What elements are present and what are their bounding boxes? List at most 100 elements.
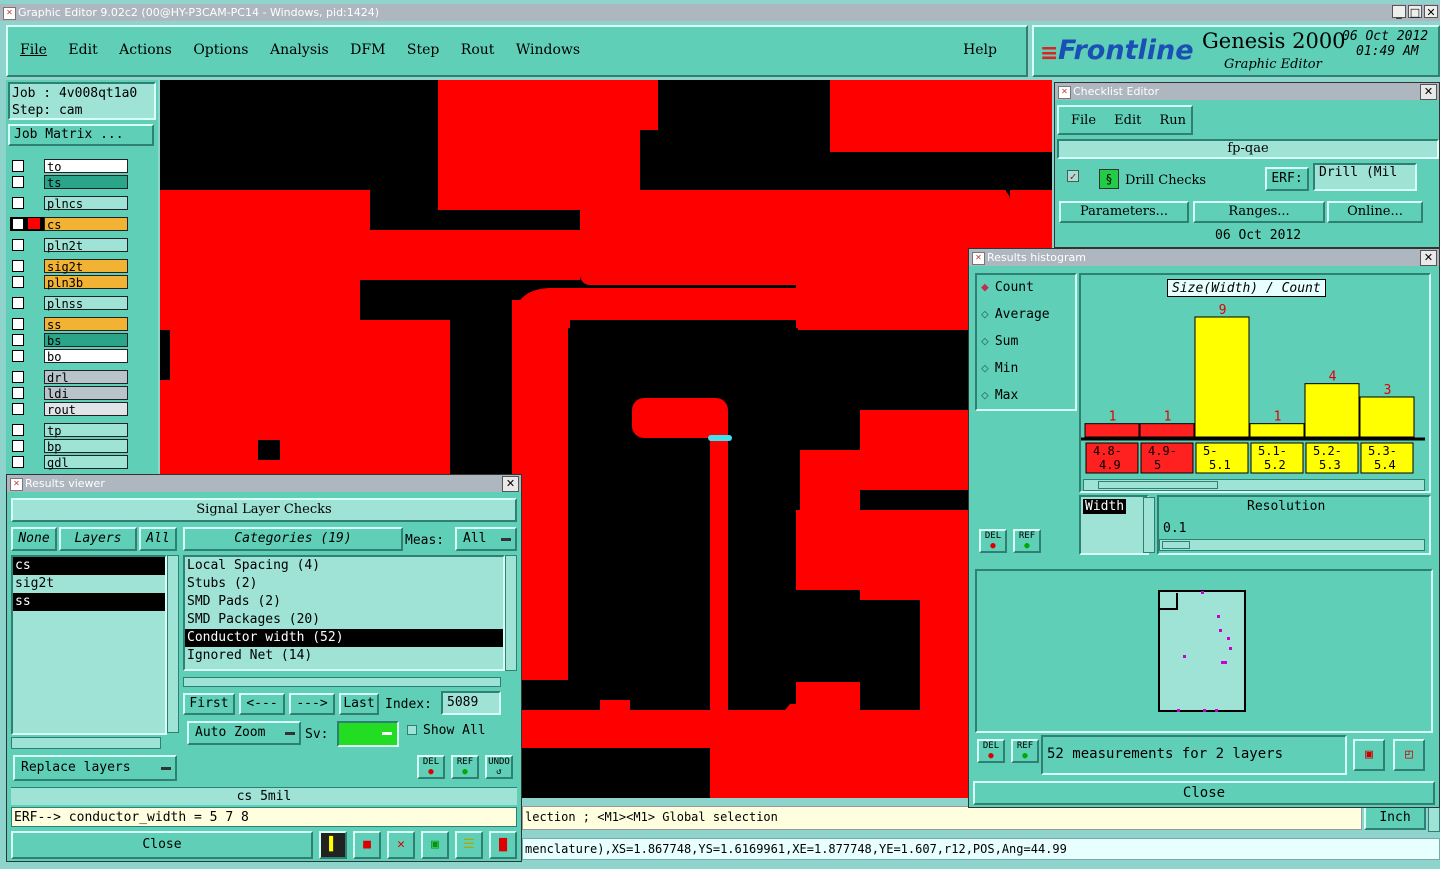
layer-name[interactable]: cs: [44, 217, 128, 232]
online-button[interactable]: Online...: [1327, 201, 1423, 223]
layer-row-pln3b[interactable]: pln3b: [10, 275, 128, 290]
layer-checkbox[interactable]: [12, 260, 24, 272]
check-enabled-icon[interactable]: ✓: [1067, 170, 1079, 183]
radio-icon[interactable]: ◇: [981, 388, 989, 403]
close-window-button[interactable]: ✕: [1424, 5, 1438, 19]
histogram-bar[interactable]: [1304, 383, 1360, 438]
layers-button[interactable]: Layers: [59, 527, 137, 551]
category-list-scrollbar[interactable]: [505, 555, 517, 671]
meas-dropdown[interactable]: All: [455, 527, 517, 551]
menu-actions[interactable]: Actions: [119, 42, 172, 58]
layer-checkbox[interactable]: [12, 350, 24, 362]
layer-checkbox[interactable]: [12, 456, 24, 468]
layer-checkbox[interactable]: [12, 239, 24, 251]
histogram-hscrollbar[interactable]: [1083, 479, 1425, 491]
layer-row-bs[interactable]: bs: [10, 333, 128, 348]
layer-name[interactable]: plnss: [44, 296, 128, 311]
layer-checkbox[interactable]: [12, 371, 24, 383]
width-item[interactable]: Width: [1083, 499, 1127, 514]
layer-checkbox[interactable]: [12, 197, 24, 209]
category-item[interactable]: SMD Packages (20): [185, 611, 503, 629]
ranges-button[interactable]: Ranges...: [1193, 201, 1325, 223]
results-close-button[interactable]: Close: [11, 831, 313, 859]
resolution-slider[interactable]: [1159, 539, 1425, 551]
layer-name[interactable]: bp: [44, 439, 128, 454]
overview-del-button[interactable]: DEL ●: [977, 739, 1005, 763]
category-item[interactable]: Stubs (2): [185, 575, 503, 593]
checklist-close-icon[interactable]: ✕: [1420, 84, 1437, 100]
histogram-close-button[interactable]: Close: [973, 781, 1435, 805]
layer-checkbox[interactable]: [12, 387, 24, 399]
layer-row-pln2t[interactable]: pln2t: [10, 238, 128, 253]
layer-name[interactable]: ss: [44, 317, 128, 332]
histogram-close-icon[interactable]: ✕: [1420, 250, 1437, 266]
layer-checkbox[interactable]: [12, 276, 24, 288]
mode-option-count[interactable]: ◆ Count: [981, 279, 1034, 297]
menu-file[interactable]: File: [20, 42, 47, 58]
layer-name[interactable]: rout: [44, 402, 128, 417]
checklist-menu-edit[interactable]: Edit: [1114, 113, 1141, 128]
layer-name[interactable]: plncs: [44, 196, 128, 211]
hist-ref-button[interactable]: REF ●: [1013, 529, 1041, 553]
menu-step[interactable]: Step: [407, 42, 439, 58]
measure-icon[interactable]: ▌: [319, 831, 347, 859]
width-list-scrollbar[interactable]: [1143, 497, 1155, 553]
zoom-fit-icon[interactable]: ▣: [1353, 739, 1385, 771]
checklist-menu-run[interactable]: Run: [1160, 113, 1187, 128]
layer-checkbox[interactable]: [12, 218, 24, 230]
units-indicator[interactable]: Inch: [1364, 806, 1426, 830]
categories-button[interactable]: Categories (19): [183, 527, 403, 551]
menu-analysis[interactable]: Analysis: [270, 42, 329, 58]
layer-row-gdl[interactable]: gdl: [10, 455, 128, 470]
green-flag-icon[interactable]: ▣: [421, 831, 449, 859]
units-scrollbar[interactable]: [1428, 806, 1440, 832]
index-field[interactable]: 5089: [441, 691, 501, 715]
category-item[interactable]: Ignored Net (14): [185, 647, 503, 665]
layer-checkbox[interactable]: [12, 176, 24, 188]
layer-name[interactable]: tp: [44, 423, 128, 438]
layer-name[interactable]: ts: [44, 175, 128, 190]
hist-del-button[interactable]: DEL ●: [979, 529, 1007, 553]
all-button[interactable]: All: [139, 527, 177, 551]
radio-icon[interactable]: ◇: [981, 334, 989, 349]
category-list-hscrollbar[interactable]: [183, 677, 501, 687]
layer-row-plncs[interactable]: plncs: [10, 196, 128, 211]
mode-option-min[interactable]: ◇ Min: [981, 360, 1018, 378]
layer-row-drl[interactable]: drl: [10, 370, 128, 385]
radio-icon[interactable]: ◇: [981, 361, 989, 376]
category-item[interactable]: Conductor width (52): [185, 629, 503, 647]
checklist-menu-file[interactable]: File: [1071, 113, 1096, 128]
next-button[interactable]: --->: [289, 693, 335, 715]
layer-checkbox[interactable]: [12, 160, 24, 172]
category-item[interactable]: SMD Pads (2): [185, 593, 503, 611]
layer-name[interactable]: gdl: [44, 455, 128, 470]
layer-row-plnss[interactable]: plnss: [10, 296, 128, 311]
first-button[interactable]: First: [183, 693, 235, 715]
mode-option-average[interactable]: ◇ Average: [981, 306, 1050, 324]
layer-checkbox[interactable]: [12, 440, 24, 452]
job-matrix-button[interactable]: Job Matrix ...: [8, 124, 154, 146]
sv-color-dropdown[interactable]: [337, 721, 399, 747]
delete-icon[interactable]: ✕: [387, 831, 415, 859]
board-overview[interactable]: [975, 569, 1433, 733]
show-all-checkbox[interactable]: [407, 725, 417, 735]
menu-edit[interactable]: Edit: [68, 42, 97, 58]
parameters-button[interactable]: Parameters...: [1059, 201, 1189, 223]
histogram-bar[interactable]: [1249, 423, 1305, 438]
mode-option-max[interactable]: ◇ Max: [981, 387, 1018, 405]
mode-option-sum[interactable]: ◇ Sum: [981, 333, 1018, 351]
results-viewer-close-icon[interactable]: ✕: [502, 476, 519, 492]
layer-row-cs[interactable]: cs: [10, 217, 128, 232]
layer-row-rout[interactable]: rout: [10, 402, 128, 417]
histogram-scroll-thumb[interactable]: [1098, 481, 1218, 489]
maximize-button[interactable]: □: [1408, 5, 1422, 19]
layer-name[interactable]: bs: [44, 333, 128, 348]
resolution-slider-thumb[interactable]: [1162, 541, 1190, 549]
histogram-bar[interactable]: [1084, 423, 1140, 438]
prev-button[interactable]: <---: [239, 693, 285, 715]
zoom-window-icon[interactable]: ◰: [1393, 739, 1425, 771]
layer-row-tp[interactable]: tp: [10, 423, 128, 438]
category-item[interactable]: Local Spacing (4): [185, 557, 503, 575]
none-button[interactable]: None: [11, 527, 57, 551]
menu-dfm[interactable]: DFM: [350, 42, 385, 58]
